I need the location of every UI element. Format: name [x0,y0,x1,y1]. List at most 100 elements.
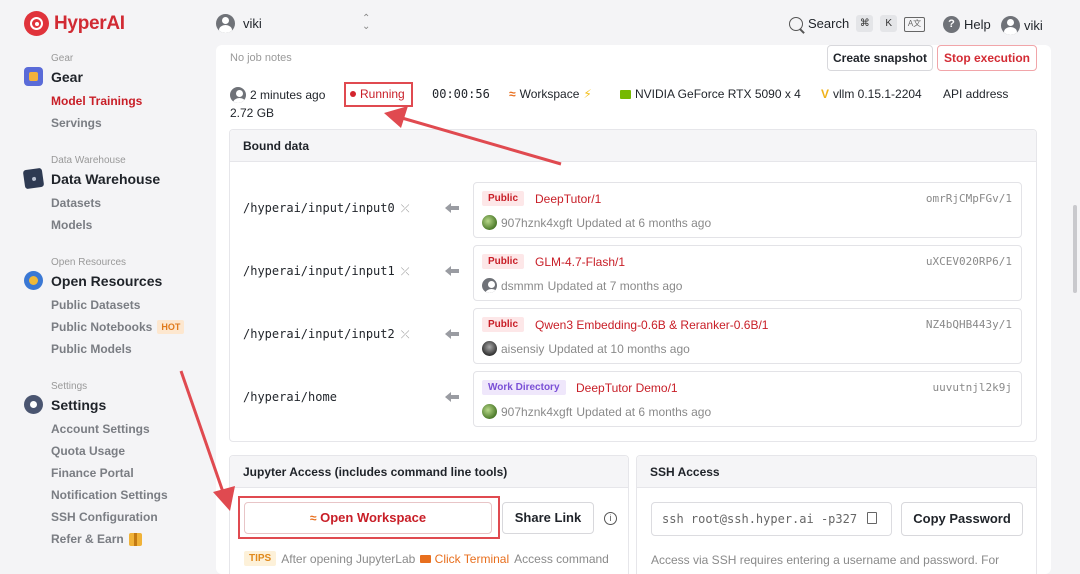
hot-badge: HOT [157,320,185,334]
dataset-name-link[interactable]: GLM-4.7-Flash/1 [535,255,625,269]
terminal-icon [420,554,432,563]
workspace-user-select[interactable]: viki [216,14,262,33]
section-caption: Data Warehouse [51,155,126,166]
framework-label: vllm 0.15.1-2204 [833,87,922,101]
section-title-text: Settings [51,396,107,413]
open-workspace-annotation-box [238,496,500,539]
table-row: /hyperai/input/input1 ⤫ Public GLM-4.7-Fl… [230,245,1038,301]
sidebar-item-public-notebooks[interactable]: Public Notebooks HOT [51,320,185,334]
chevron-updown-icon[interactable]: ⌃ ⌄ [362,14,370,32]
unlink-icon[interactable]: ⤫ [401,328,410,342]
sidebar-item-notification-settings[interactable]: Notification Settings [51,488,168,502]
sidebar-item-quota-usage[interactable]: Quota Usage [51,444,168,458]
account-menu[interactable]: viki [1001,16,1043,35]
mount-path: /hyperai/input/input1 ⤫ [243,264,410,279]
stop-execution-button[interactable]: Stop execution [937,45,1037,71]
owner-name[interactable]: dsmmm [501,279,544,293]
section-title[interactable]: Settings [24,395,168,414]
copy-icon[interactable] [867,512,877,524]
owner-avatar [482,278,497,293]
dataset-name-link[interactable]: DeepTutor/1 [535,192,601,206]
translate-icon[interactable]: A文 [904,17,925,32]
owner-name[interactable]: 907hznk4xgft [501,405,572,419]
tips-tag: TIPS [244,551,277,566]
copy-password-button[interactable]: Copy Password [901,502,1023,536]
unlink-icon[interactable]: ⤫ [401,265,410,279]
hyperai-logo-icon [24,11,49,36]
api-address-link[interactable]: API address [943,87,1008,101]
table-row: /hyperai/input/input0 ⤫ Public DeepTutor/… [230,182,1038,238]
sidebar-item-ssh-configuration[interactable]: SSH Configuration [51,510,168,524]
sidebar-item-model-trainings[interactable]: Model Trainings [51,94,142,108]
mount-path: /hyperai/home [243,390,337,404]
vllm-icon: V [821,87,830,101]
bolt-icon: ⚡ [583,87,592,101]
dataset-name-link[interactable]: Qwen3 Embedding-0.6B & Reranker-0.6B/1 [535,318,768,332]
sidebar-item-public-datasets[interactable]: Public Datasets [51,298,184,312]
updated-time: Updated at 7 months ago [547,278,683,293]
mount-path-text: /hyperai/input/input0 [243,201,395,215]
dataset-name-link[interactable]: DeepTutor Demo/1 [576,381,678,395]
gift-icon [128,532,142,546]
gpu-info: NVIDIA GeForce RTX 5090 x 4 [620,87,801,101]
top-bar: HyperAI viki ⌃ ⌄ Search ⌘ K A文 ? Help vik… [0,0,1080,50]
nav-label: Public Notebooks [51,320,153,334]
sidebar-item-public-models[interactable]: Public Models [51,342,184,356]
job-notes: No job notes [230,52,292,64]
dataset-card[interactable]: Work Directory DeepTutor Demo/1 uuvutnjl… [473,371,1022,427]
sidebar-item-account-settings[interactable]: Account Settings [51,422,168,436]
search-button[interactable]: Search ⌘ K [789,15,898,32]
mount-path: /hyperai/input/input0 ⤫ [243,201,410,216]
job-duration: 00:00:56 [432,87,490,101]
workspace-link[interactable]: ≈ Workspace ⚡ [509,87,592,101]
arrow-left-icon [445,392,459,402]
dataset-owner: 907hznk4xgft Updated at 6 months ago [482,215,711,230]
updated-time: Updated at 6 months ago [576,215,712,230]
ssh-access-title: SSH Access [637,456,1036,488]
sidebar-section-gear: Gear Gear Model Trainings Servings [24,53,142,130]
dataset-card[interactable]: Public DeepTutor/1 omrRjCMpFGv/1 907hznk… [473,182,1022,238]
tips-text: After opening JupyterLab [281,551,416,566]
dataset-id: omrRjCMpFGv/1 [925,192,1012,205]
running-annotation-box [344,82,413,107]
section-title[interactable]: Data Warehouse [22,167,160,190]
dataset-card[interactable]: Public GLM-4.7-Flash/1 uXCEV020RP6/1 dsm… [473,245,1022,301]
bound-data-title: Bound data [230,130,1036,162]
dataset-card[interactable]: Public Qwen3 Embedding-0.6B & Reranker-0… [473,308,1022,364]
gpu-label: NVIDIA GeForce RTX 5090 x 4 [635,87,801,101]
help-button[interactable]: ? Help [943,16,991,33]
click-terminal-link[interactable]: Click Terminal [420,552,509,566]
owner-name[interactable]: 907hznk4xgft [501,216,572,230]
logo[interactable]: HyperAI [24,11,125,36]
sidebar-item-servings[interactable]: Servings [51,116,142,130]
shortcut-key-k: K [880,15,898,32]
owner-avatar [482,404,497,419]
scrollbar[interactable] [1070,50,1080,574]
scroll-thumb[interactable] [1073,205,1077,293]
section-caption: Settings [51,381,88,392]
section-title[interactable]: Gear [24,67,142,86]
create-snapshot-button[interactable]: Create snapshot [827,45,933,71]
sidebar-item-finance-portal[interactable]: Finance Portal [51,466,168,480]
mount-path: /hyperai/input/input2 ⤫ [243,327,410,342]
sidebar-item-datasets[interactable]: Datasets [51,196,160,210]
section-title[interactable]: Open Resources [24,271,184,290]
workspace-label: Workspace [519,87,580,101]
ssh-command-field[interactable]: ssh root@ssh.hyper.ai -p327 [651,502,892,536]
arrow-left-icon [445,203,459,213]
sidebar-section-settings: Settings Settings Account Settings Quota… [24,381,168,546]
dataset-id: uXCEV020RP6/1 [925,255,1012,268]
workspace-icon: ≈ [509,87,516,101]
unlink-icon[interactable]: ⤫ [401,202,410,216]
settings-gear-icon [24,395,43,414]
sidebar-item-models[interactable]: Models [51,218,160,232]
info-icon[interactable]: i [604,512,617,525]
job-detail-panel: No job notes Create snapshot Stop execut… [216,45,1051,574]
share-link-button[interactable]: Share Link [502,502,594,534]
sidebar-section-data-warehouse: Data Warehouse Data Warehouse Datasets M… [22,155,160,232]
owner-name[interactable]: aisensiy [501,342,544,356]
sidebar-item-refer-earn[interactable]: Refer & Earn [51,532,168,546]
table-row: /hyperai/home Work Directory DeepTutor D… [230,371,1038,427]
job-time: 2 minutes ago [230,87,325,103]
search-icon [789,16,803,31]
